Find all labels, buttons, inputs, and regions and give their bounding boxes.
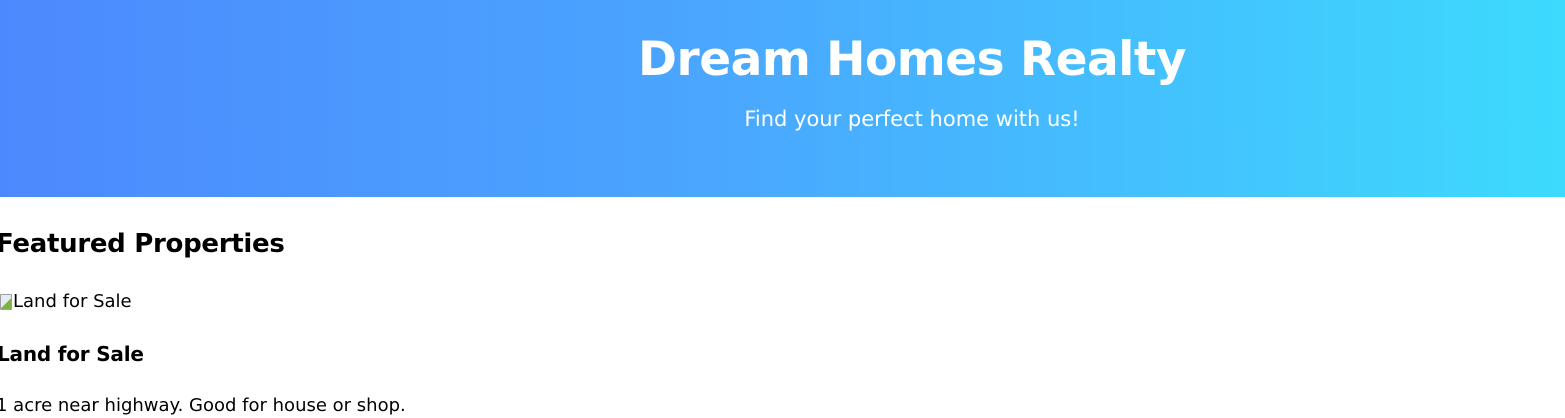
property-description: 1 acre near highway. Good for house or s… bbox=[0, 395, 406, 416]
property-title: Land for Sale bbox=[0, 342, 144, 366]
broken-image-icon bbox=[0, 294, 12, 310]
site-tagline: Find your perfect home with us! bbox=[744, 107, 1080, 131]
property-image: Land for Sale bbox=[0, 290, 132, 314]
site-title: Dream Homes Realty bbox=[638, 32, 1186, 87]
image-alt-text: Land for Sale bbox=[13, 291, 132, 312]
section-heading: Featured Properties bbox=[0, 229, 285, 259]
hero-banner: Dream Homes Realty Find your perfect hom… bbox=[0, 0, 1565, 197]
